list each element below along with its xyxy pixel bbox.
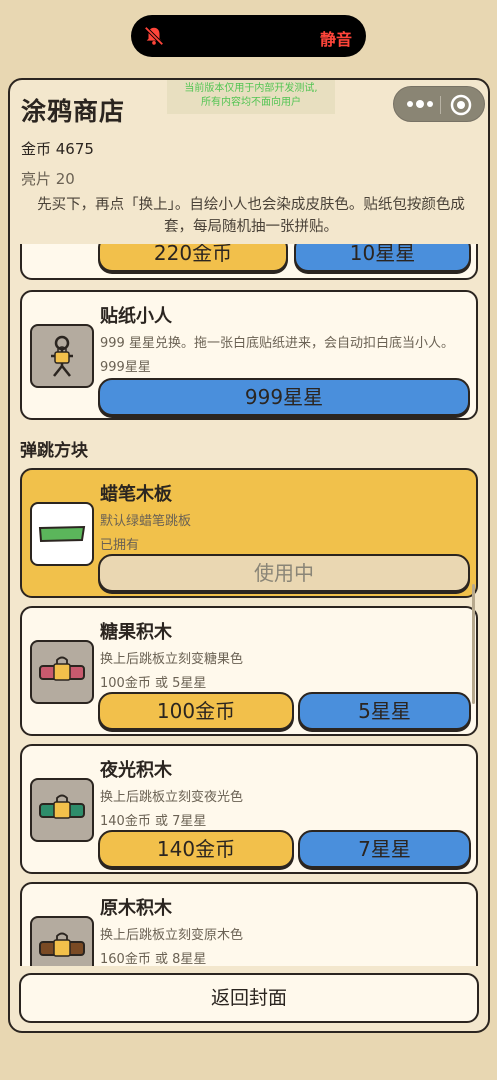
dev-notice-line2: 所有内容均不面向用户: [201, 97, 301, 108]
item-thumbnail: [30, 640, 94, 704]
item-description: 默认绿蜡笔跳板: [100, 514, 192, 529]
locked-glow-board-icon: [39, 794, 85, 819]
dev-notice: 当前版本仅用于内部开发测试, 所有内容均不面向用户: [167, 80, 335, 114]
list-item-log-block: 原木积木 换上后跳板立刻变原木色 160金币 或 8星星: [20, 882, 478, 966]
stick-figure-icon: [51, 335, 73, 377]
locked-candy-board-icon: [39, 656, 85, 681]
close-target-icon[interactable]: [450, 94, 472, 116]
item-title: 蜡笔木板: [100, 484, 172, 505]
buy-with-stars-button[interactable]: 7星星: [298, 830, 471, 868]
item-description: 换上后跳板立刻变原木色: [100, 928, 244, 943]
list-item-crayon-board: 蜡笔木板 默认绿蜡笔跳板 已拥有 使用中: [20, 468, 478, 598]
shard-balance: 亮片 20: [21, 170, 75, 188]
item-thumbnail: [30, 324, 94, 388]
more-icon[interactable]: [404, 95, 436, 113]
list-item-candy-block: 糖果积木 换上后跳板立刻变糖果色 100金币 或 5星星 100金币 5星星: [20, 606, 478, 736]
list-item: 220金币 10星星: [20, 244, 478, 280]
scrollbar[interactable]: [472, 584, 475, 704]
shop-hint: 先买下，再点「换上」。自绘小人也会染成皮肤色。贴纸包按颜色成套，每局随机抽一张拼…: [37, 197, 465, 235]
capsule-divider: [440, 96, 441, 114]
item-price: 999星星: [100, 360, 151, 375]
list-item-glow-block: 夜光积木 换上后跳板立刻变夜光色 140金币 或 7星星 140金币 7星星: [20, 744, 478, 874]
buy-with-coins-button[interactable]: 100金币: [98, 692, 294, 730]
dynamic-island: 静音: [131, 15, 366, 57]
item-thumbnail: [30, 916, 94, 966]
green-board-icon: [38, 525, 86, 543]
item-description: 换上后跳板立刻变夜光色: [100, 790, 244, 805]
item-list[interactable]: 220金币 10星星 贴纸小人 999 星星兑换。拖一张白底贴纸进来，会自动扣白…: [10, 244, 488, 966]
buy-with-coins-button[interactable]: 220金币: [98, 244, 288, 272]
item-description: 999 星星兑换。拖一张白底贴纸进来，会自动扣白底当小人。: [100, 336, 454, 351]
item-thumbnail: [30, 778, 94, 842]
mini-program-capsule: [393, 86, 485, 122]
item-status: 已拥有: [100, 538, 140, 553]
item-description: 换上后跳板立刻变糖果色: [100, 652, 244, 667]
page-title: 涂鸦商店: [21, 97, 126, 126]
back-to-cover-button[interactable]: 返回封面: [19, 973, 479, 1023]
buy-with-stars-button[interactable]: 999星星: [98, 378, 470, 416]
section-title: 弹跳方块: [20, 441, 88, 461]
item-title: 原木积木: [100, 898, 172, 919]
buy-with-coins-button[interactable]: 140金币: [98, 830, 294, 868]
item-price: 140金币 或 7星星: [100, 814, 207, 829]
coin-balance: 金币 4675: [21, 140, 94, 158]
bell-muted-icon: [144, 26, 164, 46]
item-thumbnail: [30, 502, 94, 566]
locked-log-board-icon: [39, 932, 85, 957]
buy-with-stars-button[interactable]: 10星星: [294, 244, 471, 272]
item-title: 贴纸小人: [100, 306, 172, 327]
item-title: 夜光积木: [100, 760, 172, 781]
buy-with-stars-button[interactable]: 5星星: [298, 692, 471, 730]
in-use-button[interactable]: 使用中: [98, 554, 470, 592]
list-item-sticker-character: 贴纸小人 999 星星兑换。拖一张白底贴纸进来，会自动扣白底当小人。 999星星…: [20, 290, 478, 420]
shop-panel: 涂鸦商店 当前版本仅用于内部开发测试, 所有内容均不面向用户 金币 4675 亮…: [8, 78, 490, 1033]
mute-label: 静音: [319, 30, 352, 49]
item-price: 100金币 或 5星星: [100, 676, 207, 691]
dev-notice-line1: 当前版本仅用于内部开发测试,: [184, 83, 318, 94]
item-price: 160金币 或 8星星: [100, 952, 207, 966]
item-title: 糖果积木: [100, 622, 172, 643]
